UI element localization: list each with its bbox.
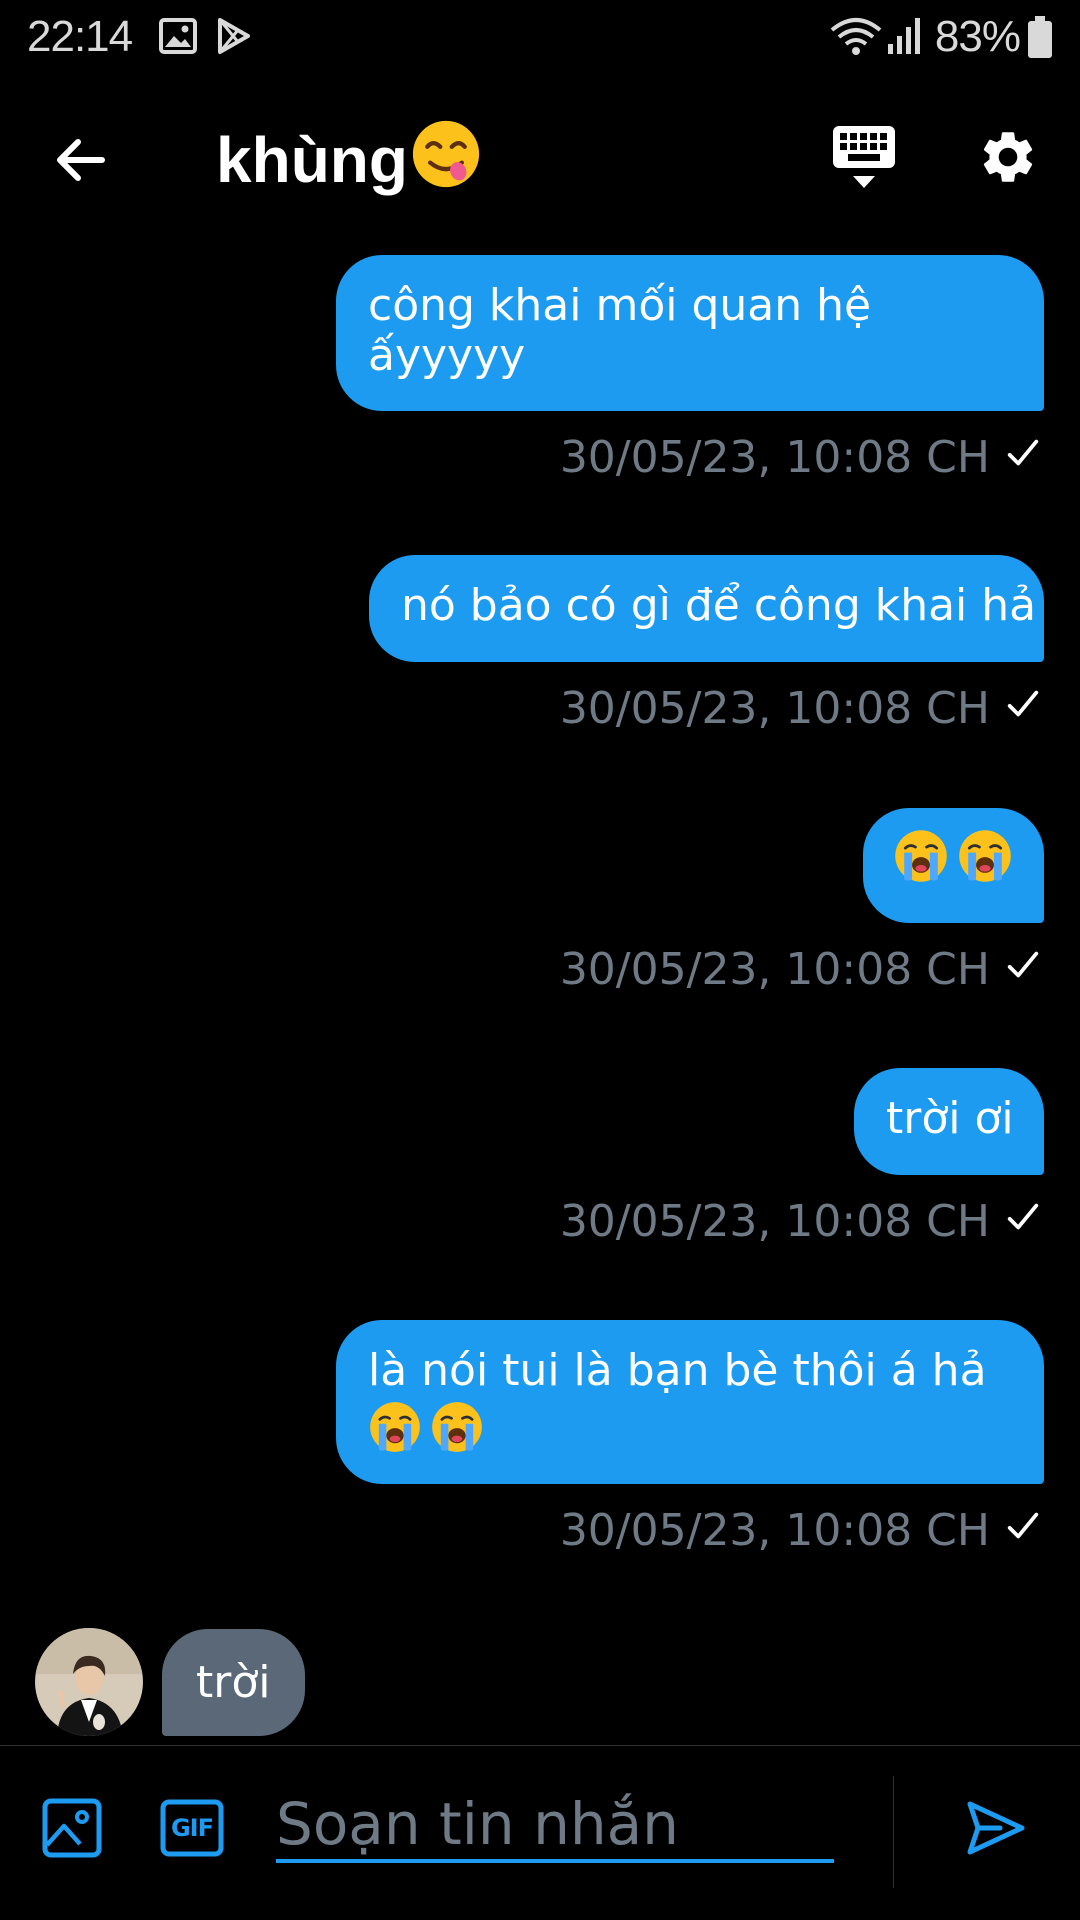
sent-check-icon: [1004, 432, 1042, 483]
message-input[interactable]: [276, 1789, 834, 1863]
loudly-crying-emoji: [368, 1400, 422, 1465]
message-text: là nói tui là bạn bè thôi á hả: [368, 1345, 987, 1396]
incoming-message-bubble[interactable]: trời: [162, 1629, 305, 1736]
image-icon: [42, 1798, 102, 1858]
message-composer: GIF: [0, 1745, 1080, 1920]
outgoing-message-bubble[interactable]: công khai mối quan hệ ấyyyyy: [336, 255, 1044, 411]
message-timestamp: 30/05/23, 10:08 CH: [560, 1196, 1042, 1247]
gif-button[interactable]: GIF: [160, 1799, 224, 1862]
sent-check-icon: [1004, 683, 1042, 734]
message-timestamp: 30/05/23, 10:08 CH: [560, 683, 1042, 734]
sent-check-icon: [1004, 1196, 1042, 1247]
sent-check-icon: [1004, 1505, 1042, 1556]
outgoing-message-bubble[interactable]: [863, 808, 1044, 923]
loudly-crying-emoji: [893, 828, 949, 895]
composer-divider: [893, 1776, 894, 1888]
loudly-crying-emoji: [430, 1400, 484, 1465]
message-timestamp: 30/05/23, 10:08 CH: [560, 1505, 1042, 1556]
message-timestamp: 30/05/23, 10:08 CH: [560, 432, 1042, 483]
message-text: nó bảo có gì để công khai hả: [401, 580, 1037, 631]
send-icon: [967, 1801, 1025, 1855]
outgoing-message-bubble[interactable]: là nói tui là bạn bè thôi á hả: [336, 1320, 1044, 1484]
image-button[interactable]: [42, 1798, 102, 1863]
gif-label: GIF: [170, 1814, 214, 1842]
message-text: trời ơi: [886, 1093, 1014, 1144]
message-text: trời: [196, 1657, 271, 1708]
message-text: công khai mối quan hệ ấyyyyy: [368, 280, 872, 381]
outgoing-message-bubble[interactable]: trời ơi: [854, 1068, 1044, 1175]
loudly-crying-emoji: [957, 828, 1013, 895]
outgoing-message-bubble[interactable]: nó bảo có gì để công khai hả: [369, 555, 1044, 662]
send-button[interactable]: [966, 1798, 1026, 1863]
message-timestamp: 30/05/23, 10:08 CH: [560, 944, 1042, 995]
user-avatar[interactable]: [35, 1628, 143, 1736]
sent-check-icon: [1004, 944, 1042, 995]
message-list[interactable]: công khai mối quan hệ ấyyyyy 30/05/23, 1…: [0, 0, 1080, 1745]
